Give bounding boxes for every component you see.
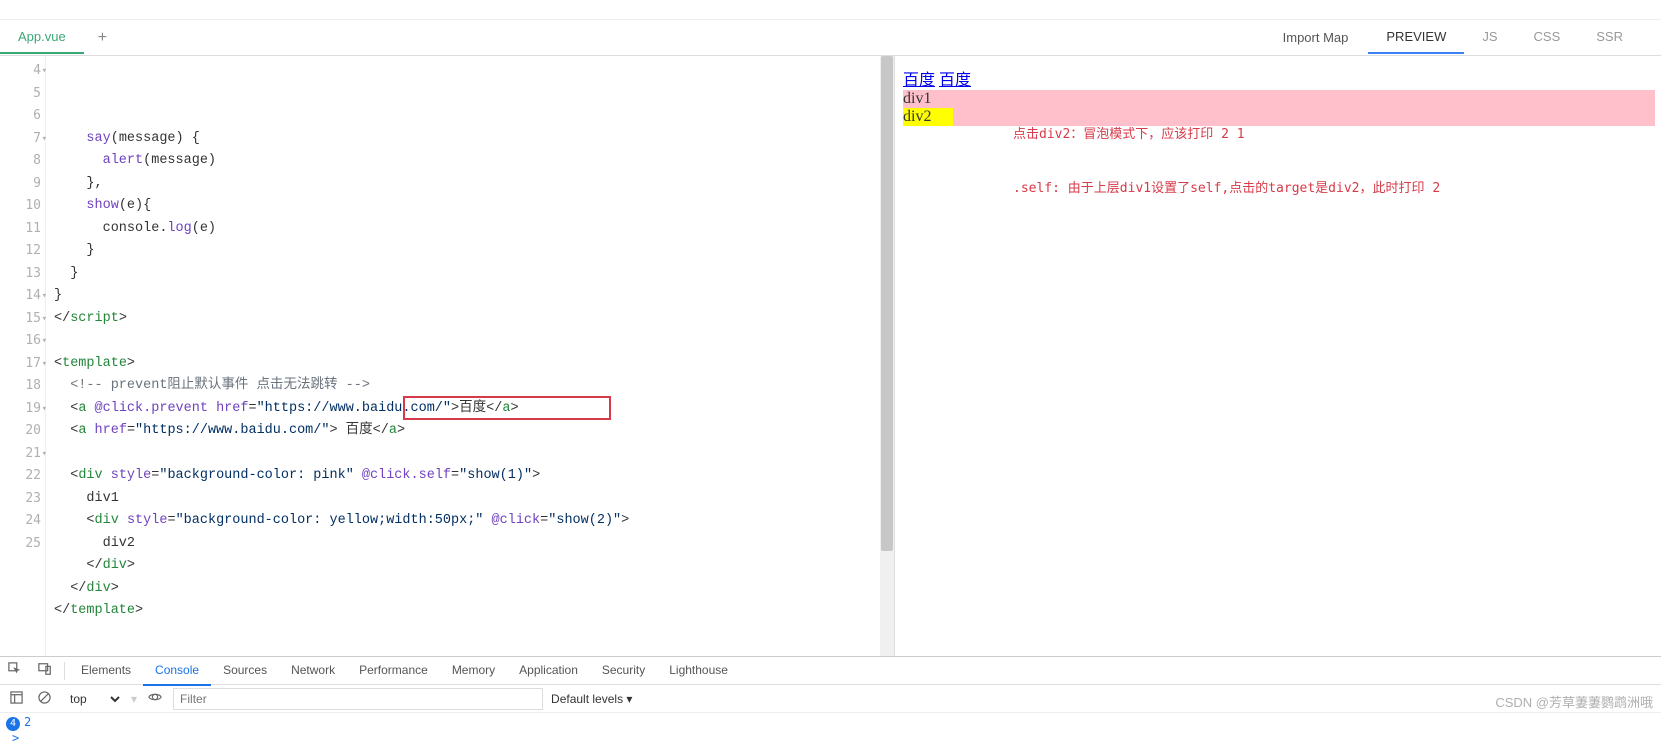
code-line[interactable]: }: [54, 263, 894, 286]
div1-text: div1: [903, 90, 931, 107]
code-line[interactable]: </template>: [54, 600, 894, 623]
line-number: 17▾: [0, 353, 45, 376]
context-selector[interactable]: top: [62, 689, 123, 709]
annotation-overlay: 点击div2：冒泡模式下，应该打印 2 1 .self: 由于上层div1设置了…: [1013, 90, 1440, 234]
line-number: 6: [0, 105, 45, 128]
devtools-tab-performance[interactable]: Performance: [347, 656, 440, 686]
code-line[interactable]: <!-- prevent阻止默认事件 点击无法跳转 -->: [54, 375, 894, 398]
code-line[interactable]: console.log(e): [54, 218, 894, 241]
devtools-tab-lighthouse[interactable]: Lighthouse: [657, 656, 740, 686]
line-number: 9: [0, 173, 45, 196]
annotation-line-2: .self: 由于上层div1设置了self,点击的target是div2，此时…: [1013, 180, 1440, 198]
code-area[interactable]: say(message) { alert(message) }, show(e)…: [46, 56, 894, 656]
devtools-panel: ElementsConsoleSourcesNetworkPerformance…: [0, 656, 1661, 747]
devtools-tab-elements[interactable]: Elements: [69, 656, 143, 686]
code-line[interactable]: say(message) {: [54, 128, 894, 151]
code-line[interactable]: div1: [54, 488, 894, 511]
scrollbar-thumb[interactable]: [881, 56, 893, 551]
line-number: 22: [0, 465, 45, 488]
line-number: 23: [0, 488, 45, 511]
code-line[interactable]: <template>: [54, 353, 894, 376]
line-number: 8: [0, 150, 45, 173]
line-number: 14▾: [0, 285, 45, 308]
line-number: 11: [0, 218, 45, 241]
scrollbar-track[interactable]: [880, 56, 894, 656]
line-number: 21▾: [0, 443, 45, 466]
code-line[interactable]: },: [54, 173, 894, 196]
line-number: 16▾: [0, 330, 45, 353]
devtools-tab-console[interactable]: Console: [143, 656, 211, 686]
code-line[interactable]: [54, 443, 894, 466]
app-top-bar: [0, 0, 1661, 20]
new-tab-button[interactable]: +: [84, 21, 121, 55]
tab-row: App.vue + Import Map PREVIEWJSCSSSSR: [0, 20, 1661, 56]
code-line[interactable]: <div style="background-color: pink" @cli…: [54, 465, 894, 488]
live-expression-icon[interactable]: [145, 690, 165, 707]
preview-link-2[interactable]: 百度: [939, 72, 971, 89]
clear-console-icon[interactable]: [34, 691, 54, 707]
preview-tab-js[interactable]: JS: [1464, 21, 1515, 54]
code-line[interactable]: [54, 330, 894, 353]
line-number: 15▾: [0, 308, 45, 331]
code-line[interactable]: <a href="https://www.baidu.com/"> 百度</a>: [54, 420, 894, 443]
preview-link-1[interactable]: 百度: [903, 72, 935, 89]
inspect-icon[interactable]: [0, 662, 30, 679]
line-number: 7▾: [0, 128, 45, 151]
console-filter-input[interactable]: [173, 688, 543, 710]
code-line[interactable]: </script>: [54, 308, 894, 331]
line-number: 4▾: [0, 60, 45, 83]
console-toolbar: top ▾ Default levels ▾: [0, 685, 1661, 713]
line-number: 18: [0, 375, 45, 398]
devtools-tab-memory[interactable]: Memory: [440, 656, 507, 686]
import-map-button[interactable]: Import Map: [1263, 22, 1369, 53]
console-value: 2: [24, 715, 31, 729]
devtools-tab-network[interactable]: Network: [279, 656, 347, 686]
code-line[interactable]: div2: [54, 533, 894, 556]
devtools-tab-sources[interactable]: Sources: [211, 656, 279, 686]
devtools-tab-security[interactable]: Security: [590, 656, 657, 686]
preview-div2[interactable]: div2: [903, 108, 953, 126]
file-tab-app-vue[interactable]: App.vue: [0, 21, 84, 54]
code-line[interactable]: </div>: [54, 555, 894, 578]
device-toggle-icon[interactable]: [30, 662, 60, 679]
repeat-count-badge: 4: [6, 717, 20, 731]
line-number-gutter: 4▾567▾891011121314▾15▾16▾17▾1819▾2021▾22…: [0, 56, 46, 656]
code-line[interactable]: <div style="background-color: yellow;wid…: [54, 510, 894, 533]
log-levels-dropdown[interactable]: Default levels ▾: [551, 692, 632, 706]
console-sidebar-icon[interactable]: [6, 691, 26, 707]
preview-tab-css[interactable]: CSS: [1516, 21, 1579, 54]
code-line[interactable]: alert(message): [54, 150, 894, 173]
code-line[interactable]: }: [54, 285, 894, 308]
preview-tab-preview[interactable]: PREVIEW: [1368, 21, 1464, 54]
devtools-tab-row: ElementsConsoleSourcesNetworkPerformance…: [0, 657, 1661, 685]
line-number: 24: [0, 510, 45, 533]
code-line[interactable]: }: [54, 240, 894, 263]
div2-text: div2: [903, 108, 931, 125]
line-number: 10: [0, 195, 45, 218]
code-line[interactable]: show(e){: [54, 195, 894, 218]
preview-tab-ssr[interactable]: SSR: [1578, 21, 1641, 54]
code-line[interactable]: </div>: [54, 578, 894, 601]
code-line[interactable]: <a @click.prevent href="https://www.baid…: [54, 398, 894, 421]
line-number: 25: [0, 533, 45, 556]
line-number: 13: [0, 263, 45, 286]
code-editor[interactable]: 4▾567▾891011121314▾15▾16▾17▾1819▾2021▾22…: [0, 56, 895, 656]
line-number: 20: [0, 420, 45, 443]
annotation-line-1: 点击div2：冒泡模式下，应该打印 2 1: [1013, 126, 1440, 144]
preview-pane: 百度 百度 div1 div2 点击div2：冒泡模式下，应该打印 2 1 .s…: [895, 56, 1661, 656]
console-prompt[interactable]: >: [6, 731, 1655, 745]
line-number: 19▾: [0, 398, 45, 421]
preview-div1[interactable]: div1 div2 点击div2：冒泡模式下，应该打印 2 1 .self: 由…: [903, 90, 1655, 126]
console-line: 42: [6, 715, 1655, 731]
devtools-tab-application[interactable]: Application: [507, 656, 590, 686]
line-number: 12: [0, 240, 45, 263]
console-output: 42 >: [0, 713, 1661, 747]
preview-tab-group: PREVIEWJSCSSSSR: [1368, 21, 1661, 54]
line-number: 5: [0, 83, 45, 106]
